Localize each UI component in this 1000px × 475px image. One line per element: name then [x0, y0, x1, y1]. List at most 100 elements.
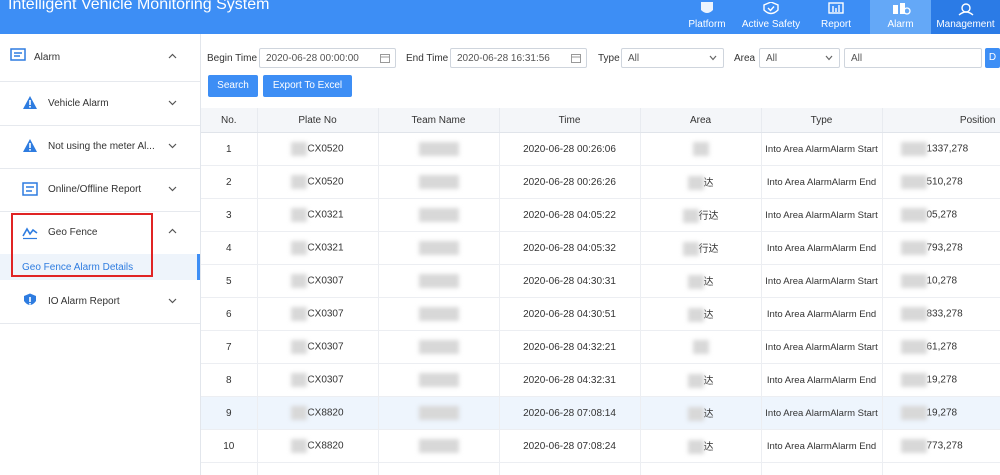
sidebar-subitem-label: Geo Fence Alarm Details [22, 262, 134, 273]
redacted-block [418, 142, 459, 156]
cell-no [201, 462, 258, 475]
sidebar-item-vehicle-alarm[interactable]: Vehicle Alarm [0, 82, 200, 126]
nav-platform-label: Platform [688, 19, 726, 30]
redacted-block [900, 307, 927, 321]
cell-plate-text: CX0520 [307, 176, 344, 188]
cell-team [378, 396, 500, 430]
cell-position: 1337,278 [882, 132, 1000, 166]
sidebar-item-io-alarm[interactable]: IO Alarm Report [0, 280, 200, 324]
cell-team [378, 198, 500, 232]
chevron-down-icon [709, 55, 717, 61]
table-row[interactable]: 8 CX0307 2020-06-28 04:32:31 达 Into Area Ala… [201, 363, 1000, 397]
sidebar-item-geo-fence-label: Geo Fence [48, 227, 98, 238]
cell-plate: CX0321 [257, 198, 379, 232]
cell-position: 510,278 [882, 165, 1000, 199]
sidebar-item-alarm-label: Alarm [34, 52, 61, 63]
col-header-no[interactable]: No. [201, 108, 258, 133]
type-select[interactable]: All [621, 48, 724, 68]
export-excel-button[interactable]: Export To Excel [263, 75, 352, 97]
cell-type-text: Into Area AlarmAlarm Start [765, 407, 878, 419]
begin-time-input[interactable]: 2020-06-28 00:00:00 [259, 48, 396, 68]
table-row[interactable]: Into Area AlarmAlarm [201, 462, 1000, 475]
cell-plate: CX8820 [257, 429, 379, 463]
nav-platform[interactable]: Platform [686, 0, 728, 34]
redacted-block [687, 374, 704, 389]
redacted-block [900, 241, 927, 255]
redacted-block [900, 406, 927, 420]
cell-area-text: 达 [703, 408, 714, 420]
table-row[interactable]: 6 CX0307 2020-06-28 04:30:51 达 Into Area Ala… [201, 297, 1000, 331]
table-row[interactable]: 5 CX0307 2020-06-28 04:30:31 达 Into Area Ala… [201, 264, 1000, 298]
sidebar-item-meter-alarm[interactable]: Not using the meter Al... [0, 125, 200, 169]
cell-position-text: 05,278 [926, 209, 958, 221]
sidebar-item-geo-fence[interactable]: Geo Fence [0, 211, 200, 254]
table-row[interactable]: 4 CX0321 2020-06-28 04:05:32 行达 Into Area Al… [201, 231, 1000, 265]
cell-time-text: 2020-06-28 00:26:26 [523, 176, 616, 188]
search-button[interactable]: Search [208, 75, 258, 97]
redacted-block [900, 142, 927, 156]
sidebar-item-alarm[interactable]: Alarm [0, 38, 200, 82]
cell-no-text: 3 [225, 209, 232, 221]
redacted-block [900, 340, 927, 354]
redacted-block [418, 406, 459, 420]
cell-time: 2020-06-28 07:08:24 [499, 429, 641, 463]
cell-position-text: 19,278 [926, 407, 958, 419]
table-row[interactable]: 9 CX8820 2020-06-28 07:08:14 达 Into Area Ala… [201, 396, 1000, 430]
area-detail-select[interactable]: All [844, 48, 982, 68]
col-header-plate[interactable]: Plate No [257, 108, 379, 133]
overflow-button[interactable]: D [985, 48, 1000, 68]
cell-plate-text: CX8820 [307, 407, 344, 419]
cell-area: 达 [640, 363, 762, 397]
table-row[interactable]: 7 CX0307 2020-06-28 04:32:21 Into Area Alar… [201, 330, 1000, 364]
nav-report[interactable]: Report [815, 0, 857, 34]
shield-alert-icon [24, 293, 36, 305]
end-time-input[interactable]: 2020-06-28 16:31:56 [450, 48, 587, 68]
cell-no: 8 [201, 363, 258, 397]
table-row[interactable]: 3 CX0321 2020-06-28 04:05:22 行达 Into Area Al… [201, 198, 1000, 232]
col-header-type[interactable]: Type [761, 108, 883, 133]
cell-type: Into Area AlarmAlarm End [761, 363, 883, 397]
app-title: Intelligent Vehicle Monitoring System [8, 0, 270, 13]
redacted-block [418, 274, 459, 288]
active-indicator [197, 254, 200, 280]
cell-no-text: 1 [225, 143, 232, 155]
cell-position: 793,278 [882, 231, 1000, 265]
chevron-down-icon [168, 100, 177, 106]
cell-time-text: 2020-06-28 07:08:14 [523, 407, 616, 419]
table-row[interactable]: 1 CX0520 2020-06-28 00:26:06 Into Area Alar… [201, 132, 1000, 166]
cell-area: 行达 [640, 231, 762, 265]
col-header-position[interactable]: Position [882, 108, 1000, 133]
col-header-team[interactable]: Team Name [378, 108, 500, 133]
cell-team [378, 297, 500, 331]
area-select[interactable]: All [759, 48, 840, 68]
cell-type: Into Area AlarmAlarm End [761, 165, 883, 199]
end-time-value: 2020-06-28 16:31:56 [457, 53, 550, 64]
cell-type: Into Area AlarmAlarm [761, 462, 883, 475]
cell-time: 2020-06-28 04:32:31 [499, 363, 641, 397]
cell-team [378, 132, 500, 166]
col-header-area[interactable]: Area [640, 108, 762, 133]
cell-plate-text: CX0321 [307, 242, 344, 254]
nav-management-label: Management [936, 19, 995, 30]
redacted-block [900, 373, 927, 387]
sidebar-item-online-offline[interactable]: Online/Offline Report [0, 168, 200, 212]
nav-alarm[interactable]: Alarm [870, 0, 931, 34]
col-header-time[interactable]: Time [499, 108, 641, 133]
platform-icon [701, 2, 713, 13]
redacted-block [418, 307, 459, 321]
cell-position-text: 793,278 [926, 242, 963, 254]
cell-no-text: 6 [225, 308, 232, 320]
nav-active-safety[interactable]: Active Safety [739, 0, 803, 34]
cell-area: 达 [640, 297, 762, 331]
redacted-block [692, 142, 709, 156]
redacted-block [291, 208, 308, 222]
table-row[interactable]: 2 CX0520 2020-06-28 00:26:26 达 Into Area Ala… [201, 165, 1000, 199]
nav-management[interactable]: Management [931, 0, 1000, 34]
cell-plate: CX0307 [257, 363, 379, 397]
table-row[interactable]: 10 CX8820 2020-06-28 07:08:24 达 Into Area Al… [201, 429, 1000, 463]
cell-position-text: 1337,278 [926, 143, 969, 155]
cell-plate-text: CX0307 [307, 275, 344, 287]
redacted-block [291, 274, 308, 288]
sidebar-subitem-geo-fence-alarm-details[interactable]: Geo Fence Alarm Details [0, 254, 200, 280]
cell-area-text: 行达 [698, 243, 719, 255]
